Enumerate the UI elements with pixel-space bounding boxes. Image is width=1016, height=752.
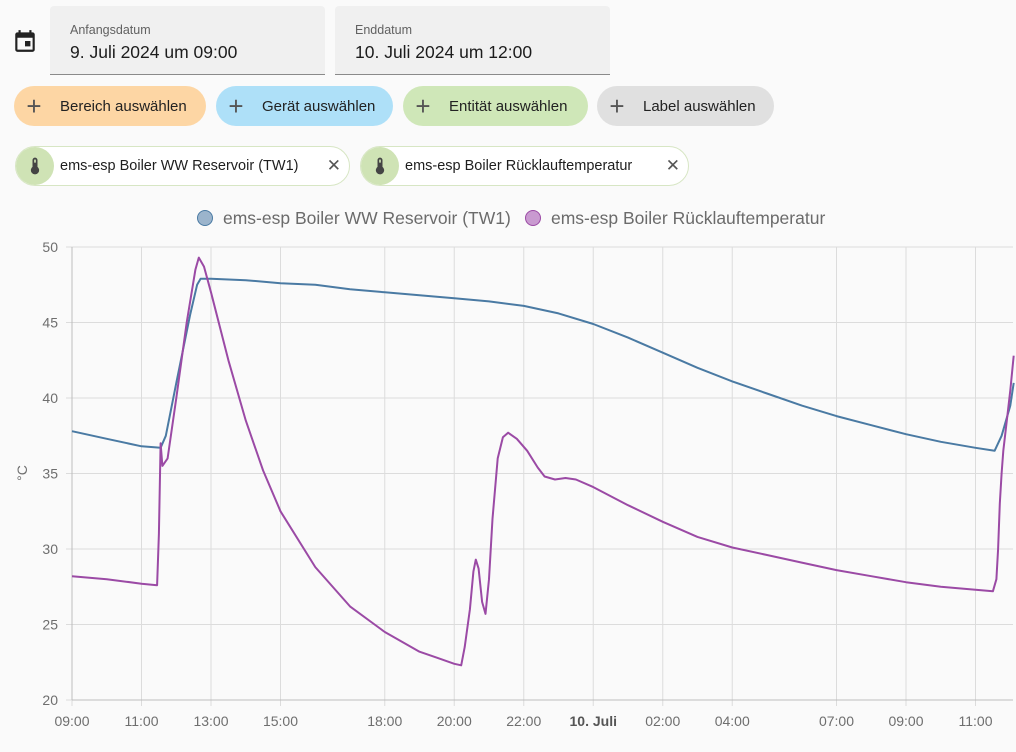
- y-tick-label: 35: [42, 466, 58, 482]
- y-tick-label: 45: [42, 315, 58, 331]
- y-axis-label: °C: [14, 465, 30, 481]
- x-tick-label: 18:00: [367, 713, 402, 729]
- x-tick-label: 11:00: [125, 713, 159, 729]
- y-tick-label: 50: [42, 239, 58, 255]
- x-tick-label: 09:00: [888, 713, 923, 729]
- x-tick-label: 13:00: [193, 713, 228, 729]
- x-tick-label: 20:00: [437, 713, 472, 729]
- x-tick-label: 15:00: [263, 713, 298, 729]
- x-tick-label: 09:00: [54, 713, 89, 729]
- x-tick-label: 22:00: [506, 713, 541, 729]
- y-tick-label: 40: [42, 390, 58, 406]
- x-tick-label: 11:00: [959, 713, 993, 729]
- series-line-return: [71, 256, 1015, 667]
- y-tick-label: 30: [42, 541, 58, 557]
- x-tick-label: 10. Juli: [570, 713, 617, 729]
- y-tick-label: 20: [42, 692, 58, 708]
- temperature-chart: 20 25 30 35 40 45 50 09:00 11:00 13:00 15:00 18:00 2…: [14, 239, 1015, 729]
- x-tick-label: 07:00: [819, 713, 854, 729]
- y-tick-label: 25: [42, 617, 58, 633]
- x-tick-label: 02:00: [645, 713, 680, 729]
- x-tick-label: 04:00: [715, 713, 750, 729]
